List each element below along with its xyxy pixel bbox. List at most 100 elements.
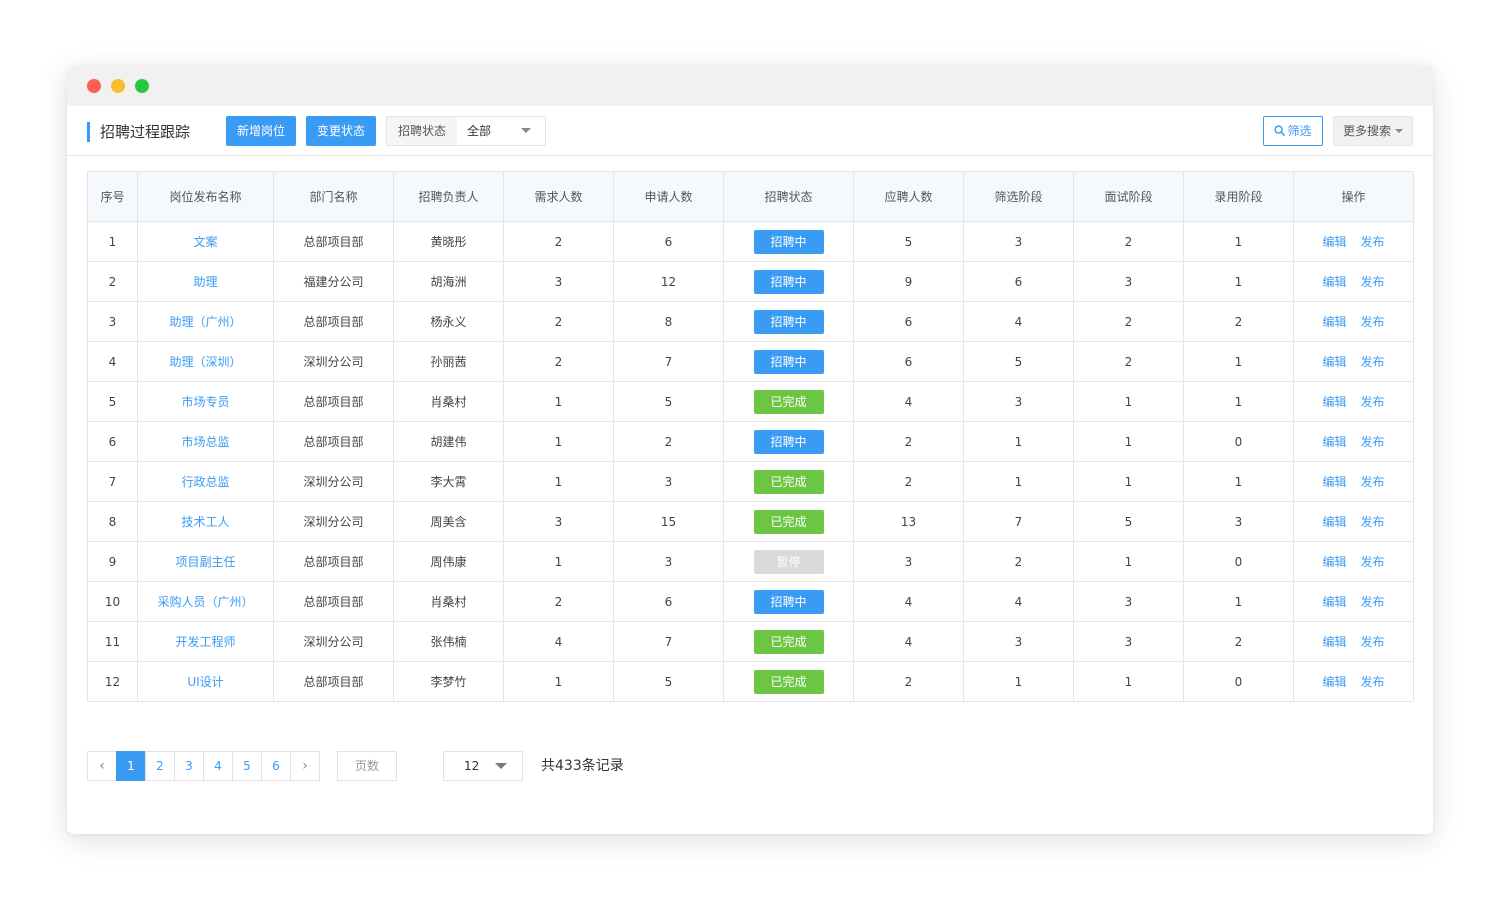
status-filter: 招聘状态 全部	[386, 116, 546, 146]
position-name-link[interactable]: 采购人员（广州）	[157, 595, 253, 609]
status-filter-select[interactable]: 全部	[457, 117, 545, 145]
cell-owner: 周美含	[393, 501, 504, 542]
minimize-window-button[interactable]	[111, 79, 125, 93]
change-status-button[interactable]: 变更状态	[306, 116, 376, 146]
cell-interview: 1	[1073, 381, 1184, 422]
cell-screen: 3	[963, 221, 1074, 262]
cell-screen: 3	[963, 621, 1074, 662]
position-name-link[interactable]: 市场专员	[181, 395, 229, 409]
cell-no: 7	[87, 461, 138, 502]
next-page-icon[interactable]: ›	[290, 751, 320, 781]
publish-link[interactable]: 发布	[1361, 595, 1385, 609]
page-button[interactable]: 1	[116, 751, 146, 781]
edit-link[interactable]: 编辑	[1322, 475, 1346, 489]
page-button[interactable]: 5	[232, 751, 262, 781]
position-name-link[interactable]: 项目副主任	[175, 555, 235, 569]
status-cell: 招聘中	[723, 421, 854, 462]
status-cell: 已完成	[723, 461, 854, 502]
status-badge: 暂停	[753, 549, 824, 574]
close-window-button[interactable]	[87, 79, 101, 93]
prev-page-icon[interactable]: ‹	[87, 751, 117, 781]
edit-link[interactable]: 编辑	[1322, 595, 1346, 609]
publish-link[interactable]: 发布	[1361, 435, 1385, 449]
cell-interview: 1	[1073, 541, 1184, 582]
cell-dept: 总部项目部	[273, 581, 394, 622]
cell-apply: 6	[613, 581, 724, 622]
row-actions: 编辑 发布	[1293, 501, 1414, 542]
position-name-cell: 技术工人	[137, 501, 274, 542]
cell-owner: 孙丽茜	[393, 341, 504, 382]
row-actions: 编辑 发布	[1293, 341, 1414, 382]
position-name-link[interactable]: 助理（深圳）	[169, 355, 241, 369]
page-size-value: 12	[464, 759, 480, 773]
chevron-down-icon	[521, 128, 531, 133]
status-cell: 暂停	[723, 541, 854, 582]
table-row: 5 市场专员 总部项目部 肖桑村 1 5 已完成 4 3 1 1 编辑 发布	[87, 381, 1414, 422]
position-name-link[interactable]: 开发工程师	[175, 635, 235, 649]
column-header: 需求人数	[503, 171, 614, 222]
add-position-button[interactable]: 新增岗位	[226, 116, 296, 146]
cell-candidates: 2	[853, 661, 964, 702]
page-button[interactable]: 2	[145, 751, 175, 781]
position-name-link[interactable]: 助理	[193, 275, 217, 289]
cell-apply: 7	[613, 341, 724, 382]
table-row: 12 UI设计 总部项目部 李梦竹 1 5 已完成 2 1 1 0 编辑 发布	[87, 661, 1414, 702]
cell-interview: 2	[1073, 341, 1184, 382]
total-records: 共433条记录	[541, 758, 624, 774]
position-name-link[interactable]: 行政总监	[181, 475, 229, 489]
cell-owner: 周伟康	[393, 541, 504, 582]
edit-link[interactable]: 编辑	[1322, 675, 1346, 689]
publish-link[interactable]: 发布	[1361, 515, 1385, 529]
position-name-link[interactable]: 文案	[193, 235, 217, 249]
edit-link[interactable]: 编辑	[1322, 315, 1346, 329]
edit-link[interactable]: 编辑	[1322, 515, 1346, 529]
cell-apply: 7	[613, 621, 724, 662]
status-cell: 招聘中	[723, 581, 854, 622]
publish-link[interactable]: 发布	[1361, 635, 1385, 649]
cell-apply: 6	[613, 221, 724, 262]
cell-apply: 2	[613, 421, 724, 462]
page-button[interactable]: 6	[261, 751, 291, 781]
cell-hire: 1	[1183, 341, 1294, 382]
position-name-link[interactable]: 助理（广州）	[169, 315, 241, 329]
position-name-link[interactable]: 技术工人	[181, 515, 229, 529]
publish-link[interactable]: 发布	[1361, 275, 1385, 289]
edit-link[interactable]: 编辑	[1322, 435, 1346, 449]
page-size-select[interactable]: 12	[443, 751, 523, 781]
edit-link[interactable]: 编辑	[1322, 235, 1346, 249]
edit-link[interactable]: 编辑	[1322, 395, 1346, 409]
row-actions: 编辑 发布	[1293, 621, 1414, 662]
cell-dept: 总部项目部	[273, 381, 394, 422]
publish-link[interactable]: 发布	[1361, 675, 1385, 689]
cell-no: 1	[87, 221, 138, 262]
page-button[interactable]: 3	[174, 751, 204, 781]
publish-link[interactable]: 发布	[1361, 555, 1385, 569]
publish-link[interactable]: 发布	[1361, 355, 1385, 369]
screen-button[interactable]: 筛选	[1263, 116, 1323, 146]
page-button[interactable]: 4	[203, 751, 233, 781]
cell-candidates: 4	[853, 381, 964, 422]
page-number-input[interactable]: 页数	[337, 751, 397, 781]
edit-link[interactable]: 编辑	[1322, 555, 1346, 569]
publish-link[interactable]: 发布	[1361, 395, 1385, 409]
publish-link[interactable]: 发布	[1361, 315, 1385, 329]
position-name-link[interactable]: UI设计	[187, 675, 223, 689]
position-name-link[interactable]: 市场总监	[181, 435, 229, 449]
cell-interview: 1	[1073, 421, 1184, 462]
edit-link[interactable]: 编辑	[1322, 355, 1346, 369]
status-badge: 招聘中	[753, 349, 824, 374]
status-badge: 已完成	[753, 629, 824, 654]
edit-link[interactable]: 编辑	[1322, 635, 1346, 649]
edit-link[interactable]: 编辑	[1322, 275, 1346, 289]
cell-candidates: 6	[853, 341, 964, 382]
maximize-window-button[interactable]	[135, 79, 149, 93]
more-search-button[interactable]: 更多搜索	[1333, 116, 1413, 146]
cell-candidates: 2	[853, 421, 964, 462]
cell-interview: 2	[1073, 301, 1184, 342]
cell-no: 12	[87, 661, 138, 702]
table-row: 8 技术工人 深圳分公司 周美含 3 15 已完成 13 7 5 3 编辑 发布	[87, 501, 1414, 542]
column-header: 部门名称	[273, 171, 394, 222]
cell-screen: 4	[963, 581, 1074, 622]
publish-link[interactable]: 发布	[1361, 235, 1385, 249]
publish-link[interactable]: 发布	[1361, 475, 1385, 489]
